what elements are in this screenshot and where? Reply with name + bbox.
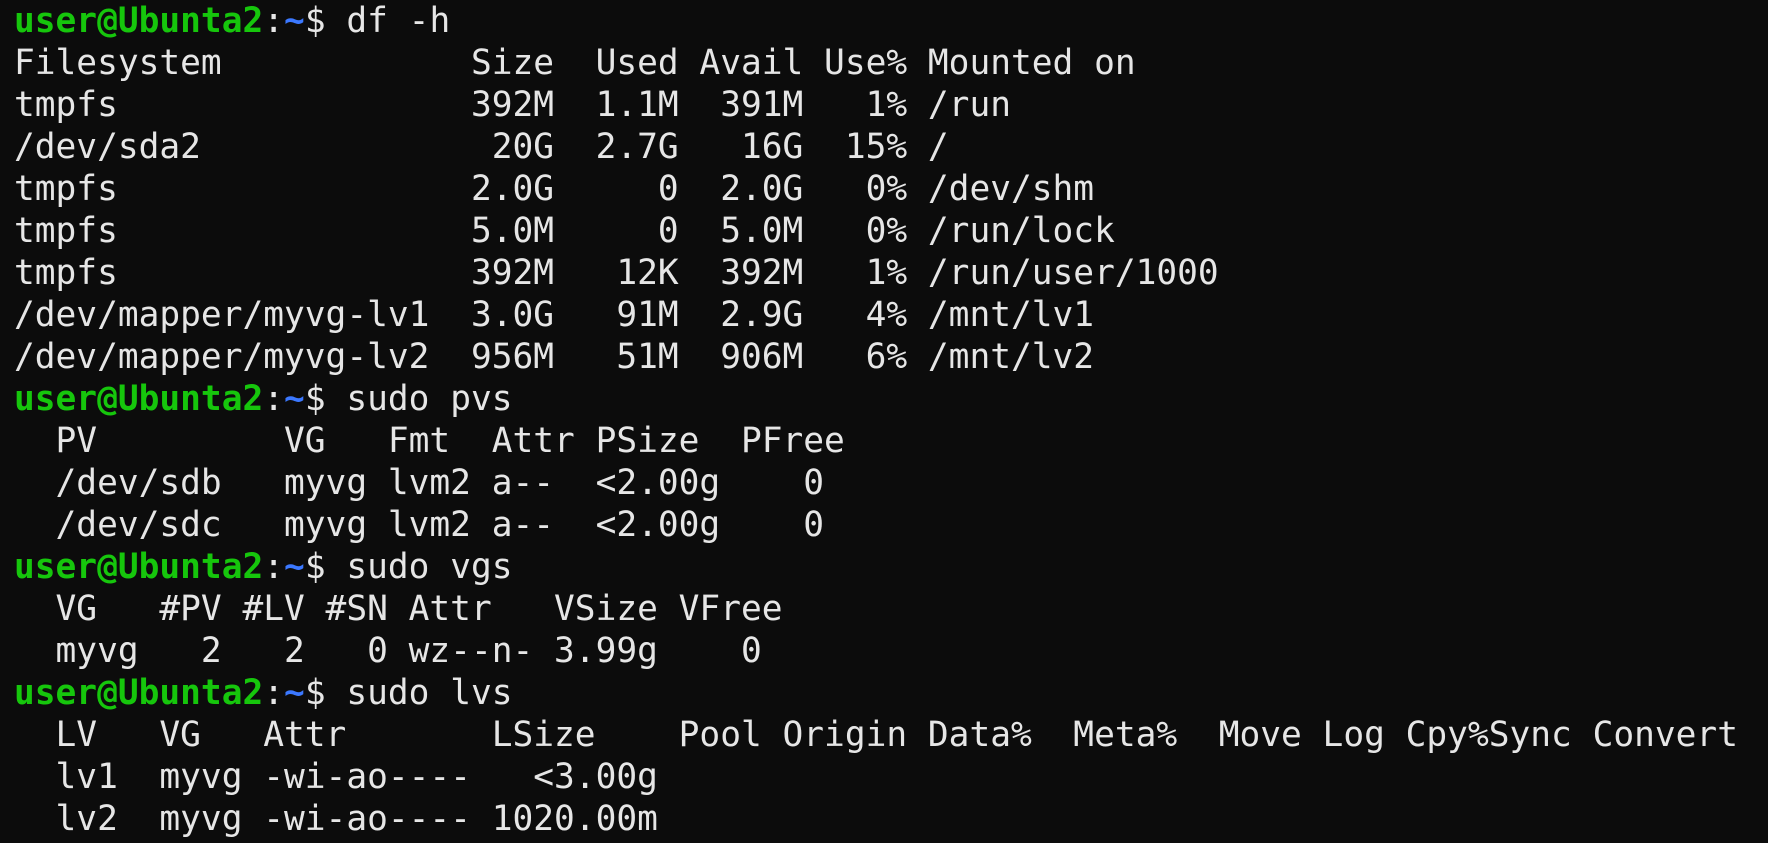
prompt-line: user@Ubunta2:~$ df -h <box>14 0 1768 42</box>
command-text: sudo lvs <box>346 673 513 713</box>
prompt-dollar: $ <box>304 547 347 587</box>
prompt-colon: : <box>263 547 285 587</box>
prompt-dollar: $ <box>304 673 347 713</box>
output-line: /dev/sdb myvg lvm2 a-- <2.00g 0 <box>14 463 825 503</box>
output-line: LV VG Attr LSize Pool Origin Data% Meta%… <box>14 715 1738 755</box>
command-text: sudo pvs <box>346 379 513 419</box>
output-line: PV VG Fmt Attr PSize PFree <box>14 421 845 461</box>
prompt-user-host: user@Ubunta2 <box>14 547 264 587</box>
prompt-user-host: user@Ubunta2 <box>14 673 264 713</box>
output-line: /dev/mapper/myvg-lv2 956M 51M 906M 6% /m… <box>14 337 1095 377</box>
command-text: df -h <box>346 1 451 41</box>
output-line: lv1 myvg -wi-ao---- <3.00g <box>14 757 658 797</box>
output-line: tmpfs 392M 12K 392M 1% /run/user/1000 <box>14 253 1219 293</box>
prompt-user-host: user@Ubunta2 <box>14 1 264 41</box>
prompt-dollar: $ <box>304 1 347 41</box>
prompt-colon: : <box>263 379 285 419</box>
prompt-dollar: $ <box>304 379 347 419</box>
prompt-path: ~ <box>284 547 305 587</box>
output-line: /dev/mapper/myvg-lv1 3.0G 91M 2.9G 4% /m… <box>14 295 1095 335</box>
output-line: tmpfs 392M 1.1M 391M 1% /run <box>14 85 1011 125</box>
output-line: myvg 2 2 0 wz--n- 3.99g 0 <box>14 631 762 671</box>
output-line: lv2 myvg -wi-ao---- 1020.00m <box>14 799 658 839</box>
prompt-user-host: user@Ubunta2 <box>14 379 264 419</box>
prompt-path: ~ <box>284 379 305 419</box>
command-text: sudo vgs <box>346 547 513 587</box>
prompt-colon: : <box>263 1 285 41</box>
terminal-window[interactable]: user@Ubunta2:~$ df -h Filesystem Size Us… <box>0 0 1768 843</box>
prompt-line: user@Ubunta2:~$ sudo pvs <box>14 378 1768 420</box>
prompt-line: user@Ubunta2:~$ sudo vgs <box>14 546 1768 588</box>
output-line: /dev/sda2 20G 2.7G 16G 15% / <box>14 127 949 167</box>
output-line: VG #PV #LV #SN Attr VSize VFree <box>14 589 783 629</box>
prompt-path: ~ <box>284 1 305 41</box>
output-line: tmpfs 2.0G 0 2.0G 0% /dev/shm <box>14 169 1095 209</box>
prompt-line: user@Ubunta2:~$ sudo lvs <box>14 672 1768 714</box>
output-line: Filesystem Size Used Avail Use% Mounted … <box>14 43 1136 83</box>
output-line: /dev/sdc myvg lvm2 a-- <2.00g 0 <box>14 505 825 545</box>
prompt-colon: : <box>263 673 285 713</box>
prompt-path: ~ <box>284 673 305 713</box>
output-line: tmpfs 5.0M 0 5.0M 0% /run/lock <box>14 211 1115 251</box>
